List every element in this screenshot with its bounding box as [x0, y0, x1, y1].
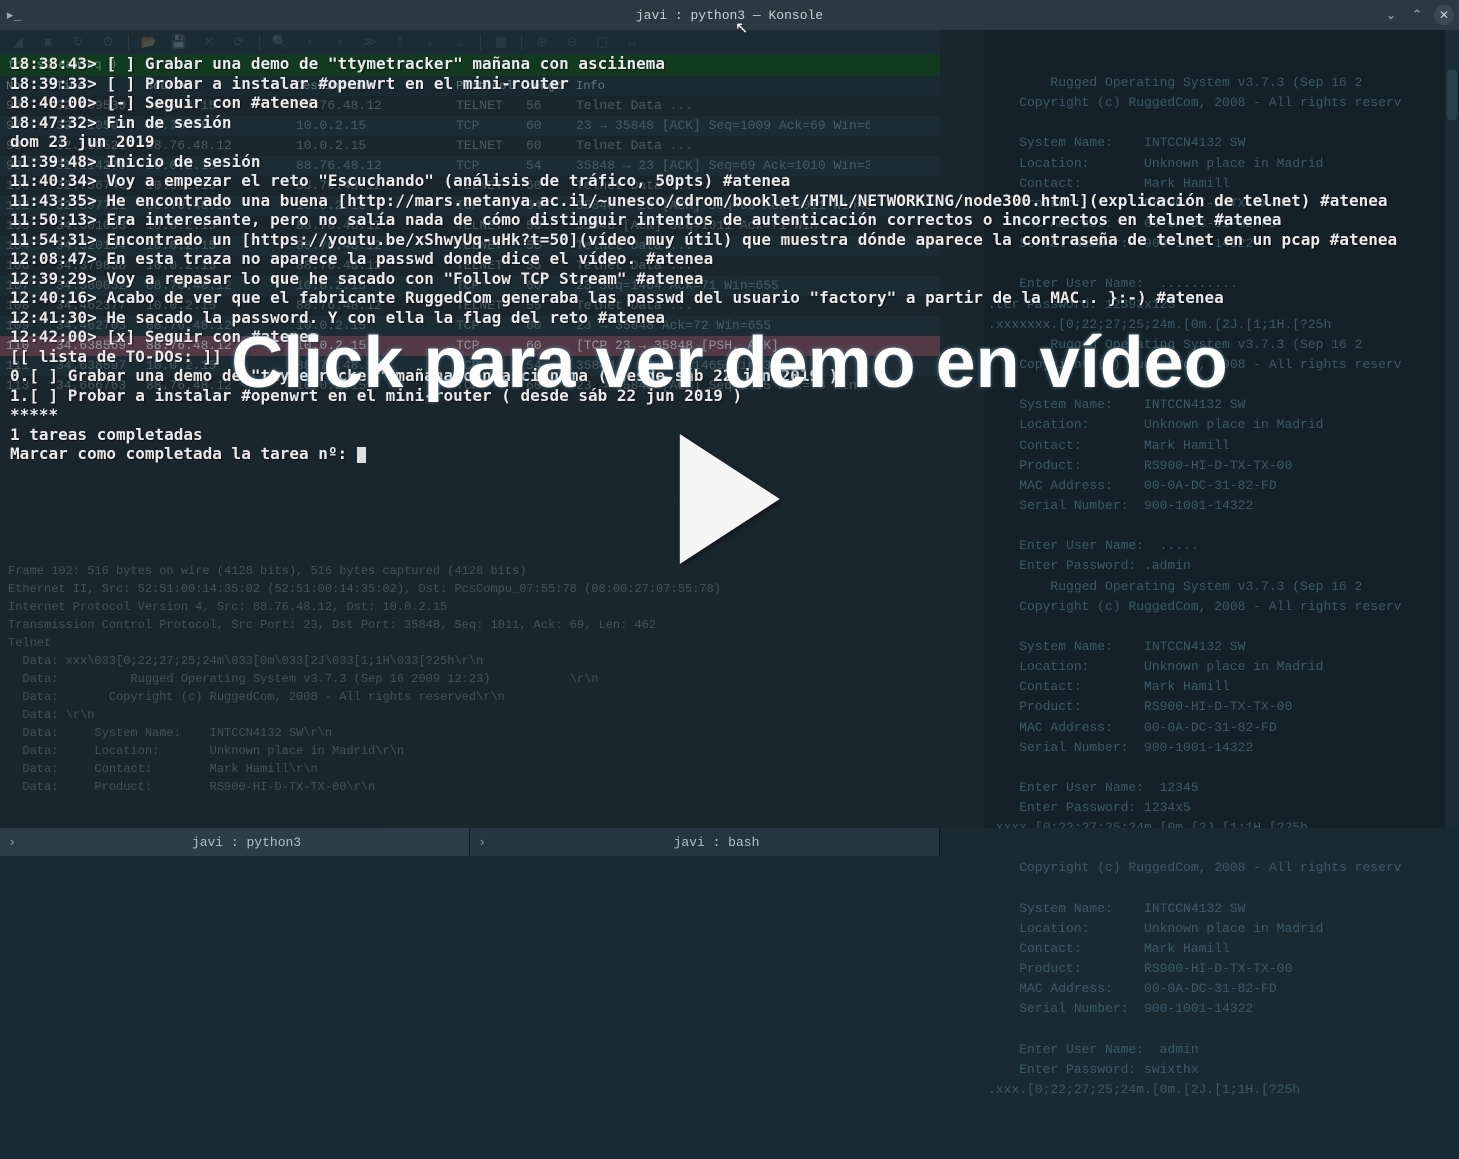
- zoom-reset-icon[interactable]: ▢: [588, 32, 616, 52]
- resize-cols-icon[interactable]: ↔: [618, 32, 646, 52]
- table-row[interactable]: 10634.37983810.0.2.1588.76.48.12TELNET55…: [0, 256, 940, 276]
- close-file-icon[interactable]: ✕: [195, 32, 223, 52]
- cursor-pointer-icon: ↖: [735, 18, 748, 38]
- restart-icon[interactable]: ↻: [64, 32, 92, 52]
- table-row[interactable]: 10834.46237710.0.2.1588.76.48.12TELNET55…: [0, 296, 940, 316]
- table-row[interactable]: 10334.30103310.0.2.1588.76.48.12TELNET50…: [0, 216, 940, 236]
- table-row[interactable]: 9832.11052188.76.48.1210.0.2.15TELNET60T…: [0, 136, 940, 156]
- find-icon[interactable]: 🔍: [266, 32, 294, 52]
- packet-details[interactable]: Frame 102: 516 bytes on wire (4128 bits)…: [8, 562, 932, 796]
- first-icon[interactable]: ⤒: [386, 32, 414, 52]
- options-icon[interactable]: ⚙: [94, 32, 122, 52]
- wireshark-toolbar: ◢ ■ ↻ ⚙ 📂 💾 ✕ ⟳ 🔍 ‹ › ≫ ⤒ ⤓ ↓ ▦ ⊕: [0, 30, 940, 54]
- tab-python3[interactable]: › javi : python3: [0, 828, 470, 856]
- capture-icon[interactable]: ◢: [4, 32, 32, 52]
- scrollbar-thumb[interactable]: [1447, 70, 1457, 120]
- minimize-icon[interactable]: ⌄: [1382, 6, 1400, 24]
- video-caption: Click para ver demo en vídeo: [231, 322, 1227, 404]
- close-icon[interactable]: ✕: [1434, 5, 1454, 25]
- table-row[interactable]: 9632.06953910.0.2.1588.76.48.12TELNET56T…: [0, 96, 940, 116]
- chevron-right-icon: ›: [0, 835, 24, 850]
- zoom-out-icon[interactable]: ⊖: [558, 32, 586, 52]
- next-icon[interactable]: ›: [326, 32, 354, 52]
- tab-label: javi : python3: [24, 835, 469, 850]
- reload-icon[interactable]: ⟳: [225, 32, 253, 52]
- packet-list-header: No.TimeSourceDestinationProtocolLengtInf…: [0, 76, 940, 96]
- video-overlay[interactable]: Click para ver demo en vídeo: [231, 322, 1227, 564]
- window-title: javi : python3 — Konsole: [636, 8, 823, 23]
- autoscroll-icon[interactable]: ↓: [446, 32, 474, 52]
- tab-bar: › javi : python3 › javi : bash: [0, 828, 1459, 856]
- play-icon[interactable]: [680, 434, 780, 564]
- last-icon[interactable]: ⤓: [416, 32, 444, 52]
- save-icon[interactable]: 💾: [165, 32, 193, 52]
- scrollbar[interactable]: [1445, 30, 1459, 828]
- prev-icon[interactable]: ‹: [296, 32, 324, 52]
- table-row[interactable]: 10032.75674610.0.2.1588.76.48.12TELNET60…: [0, 176, 940, 196]
- display-filter[interactable]: tcp.stream eq 0: [0, 54, 940, 76]
- chevron-right-icon: ›: [470, 835, 494, 850]
- terminal-app-icon: ▸_: [5, 6, 23, 24]
- tab-bash[interactable]: › javi : bash: [470, 828, 940, 856]
- jump-icon[interactable]: ≫: [356, 32, 384, 52]
- stop-icon[interactable]: ■: [34, 32, 62, 52]
- tab-label: javi : bash: [494, 835, 939, 850]
- table-row[interactable]: 10232.89771188.76.48.1210.0.2.15TCP54358…: [0, 196, 940, 216]
- colorize-icon[interactable]: ▦: [487, 32, 515, 52]
- open-icon[interactable]: 📂: [135, 32, 163, 52]
- table-row[interactable]: 9932.11427010.0.2.1588.76.48.12TCP543584…: [0, 156, 940, 176]
- table-row[interactable]: 9732.11050488.76.48.1210.0.2.15TCP6023 →…: [0, 116, 940, 136]
- zoom-in-icon[interactable]: ⊕: [528, 32, 556, 52]
- table-row[interactable]: 10734.38005288.76.48.1210.0.2.15TCP6023 …: [0, 276, 940, 296]
- titlebar: ▸_ javi : python3 — Konsole ⌄ ⌃ ✕: [0, 0, 1459, 30]
- table-row[interactable]: 10434.32019410.0.2.1588.76.48.12TELNET55…: [0, 236, 940, 256]
- maximize-icon[interactable]: ⌃: [1408, 6, 1426, 24]
